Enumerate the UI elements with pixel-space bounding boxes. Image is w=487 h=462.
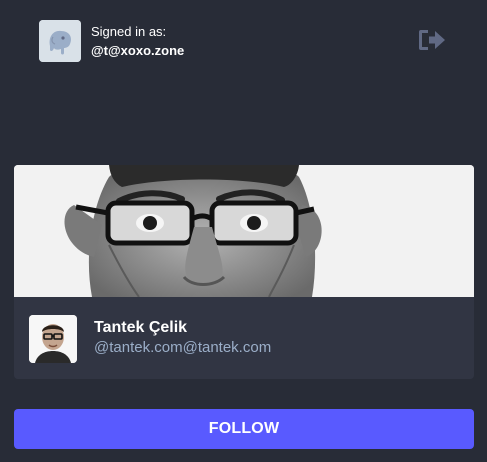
profile-header-image xyxy=(14,165,474,297)
display-name: Tantek Çelik xyxy=(94,319,188,336)
remote-follow-page: Signed in as: @t@xoxo.zone Tantek Çelik … xyxy=(0,0,487,462)
account-card: Tantek Çelik @tantek.com@tantek.com xyxy=(14,165,474,379)
account-handle: @tantek.com@tantek.com xyxy=(94,339,272,356)
mastodon-elephant-icon xyxy=(39,20,81,62)
signed-in-account: @t@xoxo.zone xyxy=(91,43,185,58)
profile-avatar[interactable] xyxy=(29,315,77,363)
signed-in-text: Signed in as: @t@xoxo.zone xyxy=(91,22,184,60)
sign-out-icon[interactable] xyxy=(417,27,447,53)
current-user-avatar xyxy=(39,20,81,62)
signed-in-header: Signed in as: @t@xoxo.zone xyxy=(39,20,459,62)
signed-in-label: Signed in as: xyxy=(91,24,167,39)
account-info-bar: Tantek Çelik @tantek.com@tantek.com xyxy=(14,297,474,379)
follow-button[interactable]: FOLLOW xyxy=(14,409,474,449)
